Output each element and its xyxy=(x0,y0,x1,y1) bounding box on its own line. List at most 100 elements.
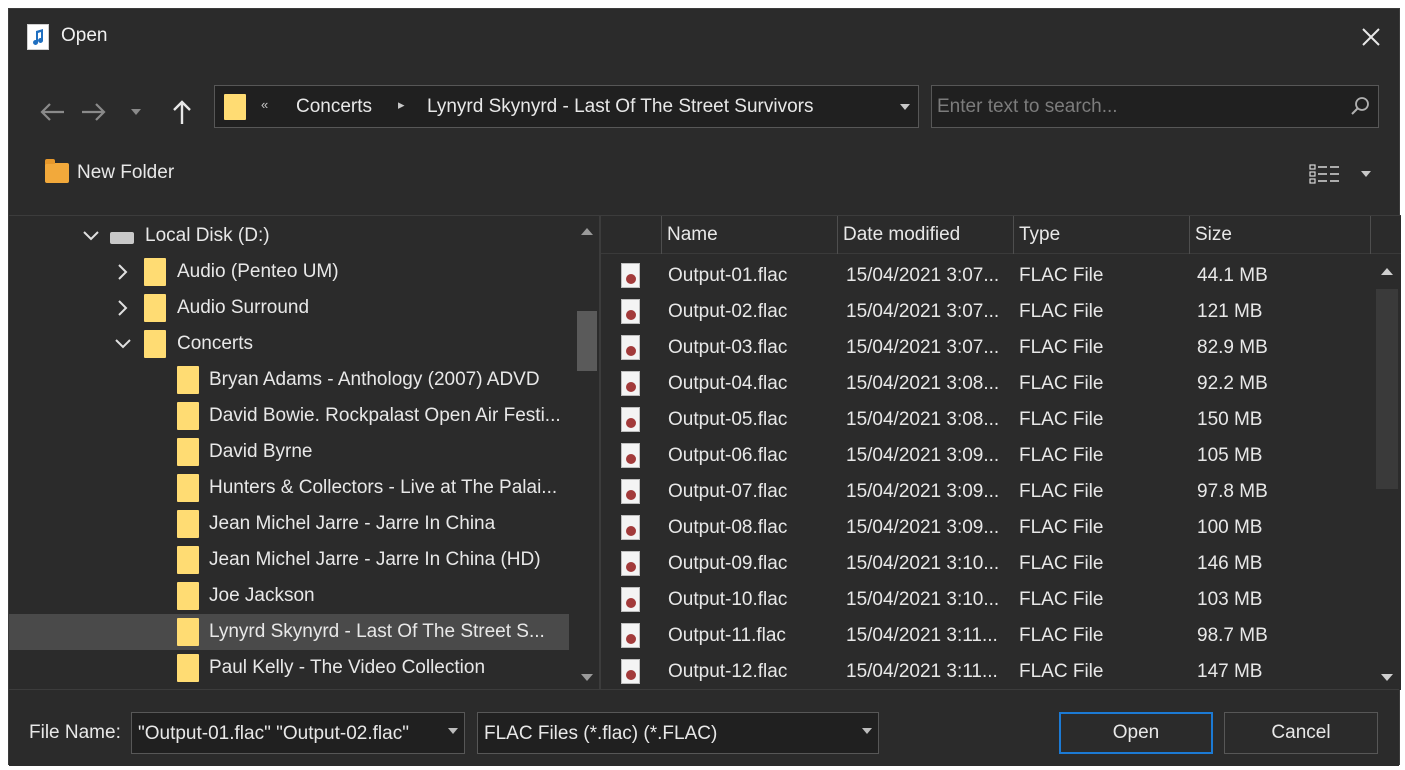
chevron-down-icon xyxy=(900,104,910,110)
tree-item-label: Hunters & Collectors - Live at The Palai… xyxy=(209,477,558,498)
list-header: Name Date modified Type Size xyxy=(601,216,1401,254)
file-name-combobox[interactable]: "Output-01.flac" "Output-02.flac" xyxy=(131,712,465,754)
file-row[interactable]: Output-02.flac 15/04/2021 3:07... FLAC F… xyxy=(601,294,1371,330)
file-date: 15/04/2021 3:09... xyxy=(846,517,1000,538)
tree-item-bryan-adams[interactable]: Bryan Adams - Anthology (2007) ADVD xyxy=(9,362,569,398)
file-date: 15/04/2021 3:09... xyxy=(846,481,1000,502)
file-date: 15/04/2021 3:08... xyxy=(846,373,1000,394)
file-name: Output-06.flac xyxy=(668,445,788,466)
address-dropdown-button[interactable] xyxy=(896,97,914,117)
chevron-down-icon[interactable] xyxy=(862,728,872,734)
file-type: FLAC File xyxy=(1019,301,1104,322)
music-file-icon xyxy=(27,24,49,50)
chevron-down-icon[interactable] xyxy=(113,334,133,354)
tree-scrollbar-thumb[interactable] xyxy=(577,311,597,371)
folder-icon xyxy=(144,330,166,358)
column-header-type[interactable]: Type xyxy=(1013,216,1189,254)
scroll-down-icon[interactable] xyxy=(1381,674,1393,681)
file-type: FLAC File xyxy=(1019,337,1104,358)
file-size: 103 MB xyxy=(1197,589,1263,610)
scroll-up-icon[interactable] xyxy=(1381,268,1393,275)
file-size: 147 MB xyxy=(1197,661,1263,682)
chevron-down-icon[interactable] xyxy=(448,728,458,734)
folder-icon xyxy=(177,366,199,394)
audio-file-icon xyxy=(621,587,640,612)
file-type-select[interactable]: FLAC Files (*.flac) (*.FLAC) xyxy=(477,712,879,754)
file-size: 82.9 MB xyxy=(1197,337,1268,358)
close-button[interactable] xyxy=(1349,17,1393,57)
tree-scrollbar[interactable] xyxy=(575,216,599,690)
file-name: Output-05.flac xyxy=(668,409,788,430)
window-title: Open xyxy=(61,25,108,46)
open-button[interactable]: Open xyxy=(1059,712,1213,754)
search-icon[interactable] xyxy=(1350,96,1370,116)
folder-icon xyxy=(177,438,199,466)
file-row[interactable]: Output-07.flac 15/04/2021 3:09... FLAC F… xyxy=(601,474,1371,510)
file-row[interactable]: Output-03.flac 15/04/2021 3:07... FLAC F… xyxy=(601,330,1371,366)
tree-item-label: Jean Michel Jarre - Jarre In China (HD) xyxy=(209,549,541,570)
file-row[interactable]: Output-11.flac 15/04/2021 3:11... FLAC F… xyxy=(601,618,1371,654)
breadcrumb-overflow[interactable]: « xyxy=(261,97,268,112)
cancel-button[interactable]: Cancel xyxy=(1224,712,1378,754)
file-row[interactable]: Output-05.flac 15/04/2021 3:08... FLAC F… xyxy=(601,402,1371,438)
search-input[interactable] xyxy=(937,92,1337,121)
tree-item-jarre-in-china-hd[interactable]: Jean Michel Jarre - Jarre In China (HD) xyxy=(9,542,569,578)
file-row[interactable]: Output-10.flac 15/04/2021 3:10... FLAC F… xyxy=(601,582,1371,618)
tree-item-label: David Byrne xyxy=(209,441,313,462)
arrow-right-icon xyxy=(82,103,106,121)
file-row[interactable]: Output-08.flac 15/04/2021 3:09... FLAC F… xyxy=(601,510,1371,546)
back-button[interactable] xyxy=(37,95,67,129)
column-header-name[interactable]: Name xyxy=(661,216,837,254)
tree-item-lynyrd-skynyrd[interactable]: Lynyrd Skynyrd - Last Of The Street S... xyxy=(9,614,569,650)
breadcrumb-concerts[interactable]: Concerts xyxy=(296,96,372,118)
chevron-right-icon[interactable] xyxy=(113,262,133,282)
view-options-button[interactable] xyxy=(1309,161,1379,187)
scroll-up-icon[interactable] xyxy=(581,228,593,235)
tree-item-joe-jackson[interactable]: Joe Jackson xyxy=(9,578,569,614)
tree-item-label: Lynyrd Skynyrd - Last Of The Street S... xyxy=(209,621,545,642)
tree-item-paul-kelly[interactable]: Paul Kelly - The Video Collection xyxy=(9,650,569,686)
tree-item-jarre-in-china[interactable]: Jean Michel Jarre - Jarre In China xyxy=(9,506,569,542)
chevron-down-icon[interactable] xyxy=(81,226,101,246)
column-header-date-modified[interactable]: Date modified xyxy=(837,216,1013,254)
file-row[interactable]: Output-12.flac 15/04/2021 3:11... FLAC F… xyxy=(601,654,1371,690)
file-type: FLAC File xyxy=(1019,409,1104,430)
tree-item-david-byrne[interactable]: David Byrne xyxy=(9,434,569,470)
file-list-scrollbar[interactable] xyxy=(1373,254,1401,690)
file-row[interactable]: Output-04.flac 15/04/2021 3:08... FLAC F… xyxy=(601,366,1371,402)
scroll-down-icon[interactable] xyxy=(581,674,593,681)
file-type: FLAC File xyxy=(1019,589,1104,610)
file-list[interactable]: Name Date modified Type Size Output-01.f… xyxy=(601,215,1401,690)
file-name: Output-12.flac xyxy=(668,661,788,682)
file-type: FLAC File xyxy=(1019,481,1104,502)
tree-item-hunters-collectors[interactable]: Hunters & Collectors - Live at The Palai… xyxy=(9,470,569,506)
folder-icon xyxy=(177,402,199,430)
file-row[interactable]: Output-01.flac 15/04/2021 3:07... FLAC F… xyxy=(601,258,1371,294)
new-folder-button[interactable]: New Folder xyxy=(45,159,174,187)
breadcrumb-current-folder[interactable]: Lynyrd Skynyrd - Last Of The Street Surv… xyxy=(427,96,813,118)
tree-item-audio-surround[interactable]: Audio Surround xyxy=(9,290,569,326)
chevron-right-icon[interactable] xyxy=(113,298,133,318)
audio-file-icon xyxy=(621,623,640,648)
folder-icon xyxy=(224,94,246,120)
tree-item-concerts[interactable]: Concerts xyxy=(9,326,569,362)
audio-file-icon xyxy=(621,515,640,540)
tree-item-local-disk[interactable]: Local Disk (D:) xyxy=(9,218,569,254)
file-row[interactable]: Output-06.flac 15/04/2021 3:09... FLAC F… xyxy=(601,438,1371,474)
folder-tree[interactable]: Local Disk (D:) Audio (Penteo UM) Audio … xyxy=(9,215,599,690)
file-list-scrollbar-thumb[interactable] xyxy=(1376,289,1398,489)
file-name-value[interactable]: "Output-01.flac" "Output-02.flac" xyxy=(138,723,409,745)
address-bar[interactable]: « Concerts ▸ Lynyrd Skynyrd - Last Of Th… xyxy=(214,85,919,128)
tree-item-david-bowie[interactable]: David Bowie. Rockpalast Open Air Festi..… xyxy=(9,398,569,434)
forward-button[interactable] xyxy=(79,95,109,129)
recent-locations-button[interactable] xyxy=(125,95,147,129)
tree-item-audio-penteo[interactable]: Audio (Penteo UM) xyxy=(9,254,569,290)
column-header-size[interactable]: Size xyxy=(1189,216,1371,254)
file-name: Output-10.flac xyxy=(668,589,788,610)
breadcrumb-separator-icon[interactable]: ▸ xyxy=(398,97,405,113)
file-row[interactable]: Output-09.flac 15/04/2021 3:10... FLAC F… xyxy=(601,546,1371,582)
audio-file-icon xyxy=(621,551,640,576)
file-name: Output-08.flac xyxy=(668,517,788,538)
up-button[interactable] xyxy=(167,95,197,129)
tree-item-label: Bryan Adams - Anthology (2007) ADVD xyxy=(209,369,540,390)
